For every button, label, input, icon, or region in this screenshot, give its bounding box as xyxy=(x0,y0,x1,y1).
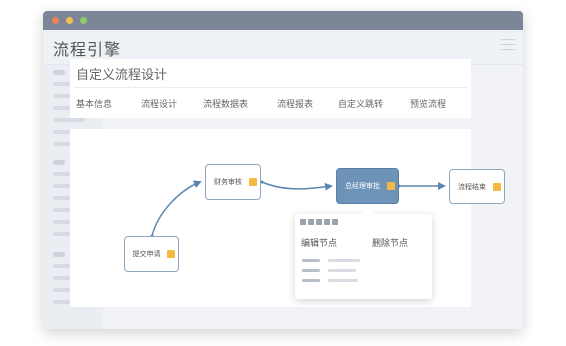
toolbar-square-icon[interactable] xyxy=(324,219,330,225)
sidebar-group-marker xyxy=(53,70,65,75)
flag-icon xyxy=(493,182,501,191)
menu-line-placeholder xyxy=(302,269,320,272)
sidebar-item-placeholder[interactable] xyxy=(53,118,85,122)
toolbar-square-icon[interactable] xyxy=(308,219,314,225)
edit-node-menu-item[interactable]: 编辑节点 xyxy=(301,236,337,249)
toolbar-square-icon[interactable] xyxy=(316,219,322,225)
tab-preview-flow[interactable]: 预览流程 xyxy=(410,97,446,110)
menu-line-placeholder xyxy=(328,259,360,262)
menu-line-placeholder xyxy=(302,279,320,282)
minimize-window-dot[interactable] xyxy=(66,17,73,24)
menu-line-placeholder xyxy=(302,259,320,262)
menu-line-placeholder xyxy=(328,279,358,282)
divider xyxy=(74,87,467,88)
node-label: 提交申请 xyxy=(132,250,161,258)
flow-node-submit[interactable]: 提交申请 xyxy=(124,236,179,272)
sidebar-group-marker xyxy=(53,252,65,257)
tab-flow-design[interactable]: 流程设计 xyxy=(141,97,177,110)
toolbar-square-icon[interactable] xyxy=(332,219,338,225)
tab-flow-data-table[interactable]: 流程数据表 xyxy=(203,97,248,110)
page-header-panel: 自定义流程设计 基本信息 流程设计 流程数据表 流程报表 自定义跳转 预览流程 xyxy=(70,59,471,118)
menu-line-placeholder xyxy=(328,269,356,272)
delete-node-menu-item[interactable]: 删除节点 xyxy=(372,236,408,249)
node-label: 总经理审批 xyxy=(345,182,380,190)
flag-icon xyxy=(249,178,257,186)
toolbar-square-icon[interactable] xyxy=(300,219,306,225)
sidebar-group-marker xyxy=(53,160,65,165)
node-context-menu: 编辑节点 删除节点 xyxy=(295,206,432,299)
flow-node-manager-approval[interactable]: 总经理审批 xyxy=(336,168,399,204)
flow-node-end[interactable]: 流程结束 xyxy=(449,169,505,204)
menu-icon[interactable] xyxy=(501,39,515,53)
flag-icon xyxy=(167,250,175,258)
close-window-dot[interactable] xyxy=(52,17,59,24)
maximize-window-dot[interactable] xyxy=(80,17,87,24)
node-label: 流程结束 xyxy=(458,182,486,191)
window-titlebar xyxy=(43,11,523,30)
tab-basic-info[interactable]: 基本信息 xyxy=(76,97,112,110)
flow-node-finance-review[interactable]: 财务审核 xyxy=(205,164,261,200)
flag-icon xyxy=(387,182,395,190)
page-title: 自定义流程设计 xyxy=(76,68,168,83)
app-title: 流程引擎 xyxy=(53,40,122,59)
tab-flow-report[interactable]: 流程报表 xyxy=(277,97,313,110)
tab-custom-jump[interactable]: 自定义跳转 xyxy=(338,97,383,110)
node-label: 财务审核 xyxy=(214,178,242,186)
